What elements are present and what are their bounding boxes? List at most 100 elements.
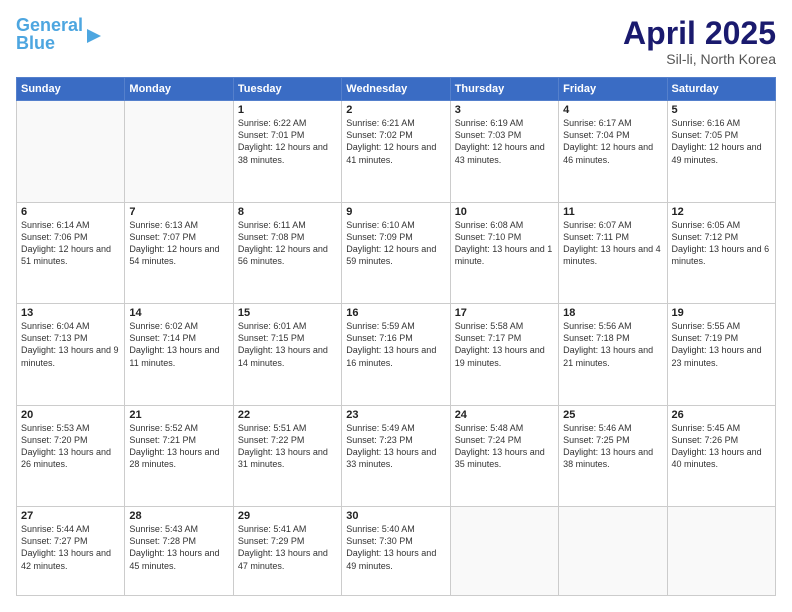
calendar-cell: 17Sunrise: 5:58 AMSunset: 7:17 PMDayligh… [450,304,558,406]
calendar-table: SundayMondayTuesdayWednesdayThursdayFrid… [16,77,776,596]
day-number: 5 [672,104,771,116]
calendar-cell: 24Sunrise: 5:48 AMSunset: 7:24 PMDayligh… [450,405,558,507]
day-info: Sunrise: 5:53 AMSunset: 7:20 PMDaylight:… [21,422,120,471]
calendar-cell: 5Sunrise: 6:16 AMSunset: 7:05 PMDaylight… [667,101,775,203]
day-number: 24 [455,409,554,421]
day-number: 14 [129,307,228,319]
calendar-cell: 26Sunrise: 5:45 AMSunset: 7:26 PMDayligh… [667,405,775,507]
calendar-cell: 1Sunrise: 6:22 AMSunset: 7:01 PMDaylight… [233,101,341,203]
day-info: Sunrise: 6:10 AMSunset: 7:09 PMDaylight:… [346,219,445,268]
day-info: Sunrise: 5:55 AMSunset: 7:19 PMDaylight:… [672,320,771,369]
day-number: 27 [21,510,120,522]
day-number: 12 [672,206,771,218]
calendar-cell [17,101,125,203]
weekday-header: Sunday [17,78,125,101]
title-block: April 2025 Sil-li, North Korea [623,16,776,67]
calendar-cell: 6Sunrise: 6:14 AMSunset: 7:06 PMDaylight… [17,202,125,304]
day-info: Sunrise: 5:51 AMSunset: 7:22 PMDaylight:… [238,422,337,471]
calendar-cell: 3Sunrise: 6:19 AMSunset: 7:03 PMDaylight… [450,101,558,203]
day-info: Sunrise: 6:22 AMSunset: 7:01 PMDaylight:… [238,117,337,166]
calendar-cell [450,507,558,596]
calendar-cell: 9Sunrise: 6:10 AMSunset: 7:09 PMDaylight… [342,202,450,304]
day-info: Sunrise: 6:07 AMSunset: 7:11 PMDaylight:… [563,219,662,268]
weekday-header: Friday [559,78,667,101]
calendar-cell [125,101,233,203]
day-number: 21 [129,409,228,421]
day-number: 22 [238,409,337,421]
logo: General Blue [16,16,101,52]
weekday-header: Wednesday [342,78,450,101]
day-number: 25 [563,409,662,421]
calendar-cell: 10Sunrise: 6:08 AMSunset: 7:10 PMDayligh… [450,202,558,304]
day-number: 18 [563,307,662,319]
logo-arrow-icon [87,29,101,48]
day-number: 7 [129,206,228,218]
day-info: Sunrise: 5:58 AMSunset: 7:17 PMDaylight:… [455,320,554,369]
calendar-cell: 29Sunrise: 5:41 AMSunset: 7:29 PMDayligh… [233,507,341,596]
day-number: 10 [455,206,554,218]
day-number: 1 [238,104,337,116]
day-info: Sunrise: 5:44 AMSunset: 7:27 PMDaylight:… [21,523,120,572]
day-number: 30 [346,510,445,522]
weekday-header-row: SundayMondayTuesdayWednesdayThursdayFrid… [17,78,776,101]
calendar-cell: 13Sunrise: 6:04 AMSunset: 7:13 PMDayligh… [17,304,125,406]
day-info: Sunrise: 5:59 AMSunset: 7:16 PMDaylight:… [346,320,445,369]
day-number: 13 [21,307,120,319]
day-info: Sunrise: 6:02 AMSunset: 7:14 PMDaylight:… [129,320,228,369]
calendar-subtitle: Sil-li, North Korea [623,51,776,67]
header: General Blue April 2025 Sil-li, North Ko… [16,16,776,67]
day-info: Sunrise: 5:45 AMSunset: 7:26 PMDaylight:… [672,422,771,471]
calendar-cell: 16Sunrise: 5:59 AMSunset: 7:16 PMDayligh… [342,304,450,406]
day-info: Sunrise: 5:41 AMSunset: 7:29 PMDaylight:… [238,523,337,572]
weekday-header: Saturday [667,78,775,101]
calendar-week-row: 13Sunrise: 6:04 AMSunset: 7:13 PMDayligh… [17,304,776,406]
day-info: Sunrise: 6:01 AMSunset: 7:15 PMDaylight:… [238,320,337,369]
day-info: Sunrise: 6:14 AMSunset: 7:06 PMDaylight:… [21,219,120,268]
day-number: 28 [129,510,228,522]
day-info: Sunrise: 5:48 AMSunset: 7:24 PMDaylight:… [455,422,554,471]
day-number: 16 [346,307,445,319]
calendar-week-row: 6Sunrise: 6:14 AMSunset: 7:06 PMDaylight… [17,202,776,304]
weekday-header: Tuesday [233,78,341,101]
calendar-cell [667,507,775,596]
calendar-week-row: 27Sunrise: 5:44 AMSunset: 7:27 PMDayligh… [17,507,776,596]
day-info: Sunrise: 6:13 AMSunset: 7:07 PMDaylight:… [129,219,228,268]
calendar-cell: 30Sunrise: 5:40 AMSunset: 7:30 PMDayligh… [342,507,450,596]
day-number: 11 [563,206,662,218]
day-info: Sunrise: 5:40 AMSunset: 7:30 PMDaylight:… [346,523,445,572]
day-info: Sunrise: 5:43 AMSunset: 7:28 PMDaylight:… [129,523,228,572]
calendar-cell [559,507,667,596]
calendar-cell: 8Sunrise: 6:11 AMSunset: 7:08 PMDaylight… [233,202,341,304]
logo-text: General Blue [16,16,83,52]
day-info: Sunrise: 6:17 AMSunset: 7:04 PMDaylight:… [563,117,662,166]
day-number: 2 [346,104,445,116]
calendar-cell: 27Sunrise: 5:44 AMSunset: 7:27 PMDayligh… [17,507,125,596]
calendar-cell: 2Sunrise: 6:21 AMSunset: 7:02 PMDaylight… [342,101,450,203]
day-number: 3 [455,104,554,116]
day-number: 8 [238,206,337,218]
day-number: 20 [21,409,120,421]
day-number: 4 [563,104,662,116]
calendar-cell: 19Sunrise: 5:55 AMSunset: 7:19 PMDayligh… [667,304,775,406]
day-number: 6 [21,206,120,218]
calendar-cell: 22Sunrise: 5:51 AMSunset: 7:22 PMDayligh… [233,405,341,507]
page: General Blue April 2025 Sil-li, North Ko… [0,0,792,612]
day-info: Sunrise: 5:56 AMSunset: 7:18 PMDaylight:… [563,320,662,369]
day-info: Sunrise: 5:49 AMSunset: 7:23 PMDaylight:… [346,422,445,471]
day-info: Sunrise: 6:05 AMSunset: 7:12 PMDaylight:… [672,219,771,268]
calendar-cell: 7Sunrise: 6:13 AMSunset: 7:07 PMDaylight… [125,202,233,304]
calendar-week-row: 20Sunrise: 5:53 AMSunset: 7:20 PMDayligh… [17,405,776,507]
calendar-cell: 23Sunrise: 5:49 AMSunset: 7:23 PMDayligh… [342,405,450,507]
calendar-week-row: 1Sunrise: 6:22 AMSunset: 7:01 PMDaylight… [17,101,776,203]
day-number: 29 [238,510,337,522]
day-info: Sunrise: 6:04 AMSunset: 7:13 PMDaylight:… [21,320,120,369]
day-number: 23 [346,409,445,421]
calendar-cell: 12Sunrise: 6:05 AMSunset: 7:12 PMDayligh… [667,202,775,304]
calendar-cell: 4Sunrise: 6:17 AMSunset: 7:04 PMDaylight… [559,101,667,203]
day-number: 17 [455,307,554,319]
logo-blue: Blue [16,33,55,53]
weekday-header: Thursday [450,78,558,101]
day-number: 9 [346,206,445,218]
calendar-cell: 20Sunrise: 5:53 AMSunset: 7:20 PMDayligh… [17,405,125,507]
calendar-cell: 18Sunrise: 5:56 AMSunset: 7:18 PMDayligh… [559,304,667,406]
